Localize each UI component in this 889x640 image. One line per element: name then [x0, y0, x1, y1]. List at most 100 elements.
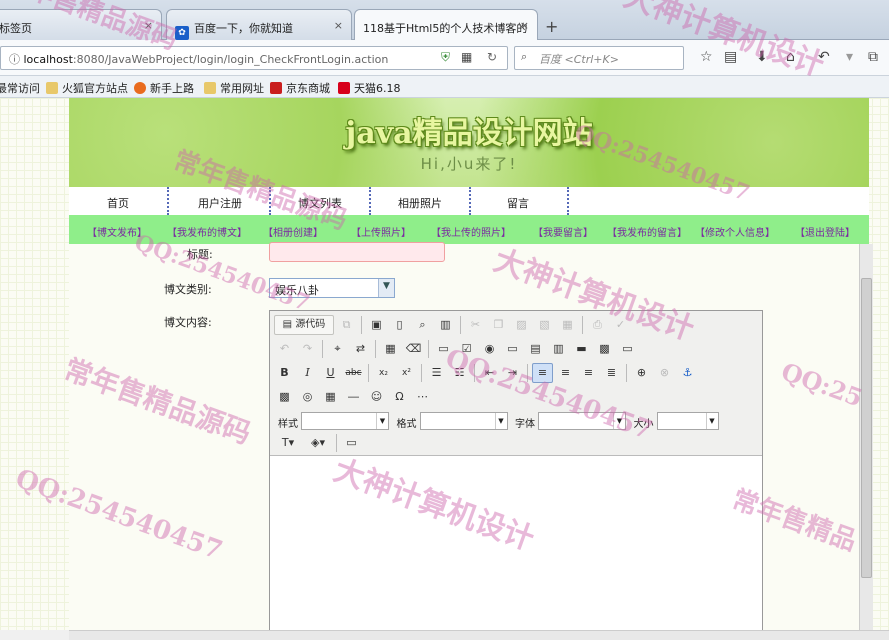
close-icon[interactable]: ×	[520, 19, 529, 32]
preview-icon[interactable]: ⧉	[336, 315, 357, 335]
maximize-icon[interactable]: ▭	[341, 433, 362, 453]
category-select[interactable]: 娱乐八卦 ▼	[269, 278, 395, 298]
templates-icon[interactable]: ▥	[435, 315, 456, 335]
nav-messages[interactable]: 留言	[469, 187, 569, 215]
reload-icon[interactable]: ↻	[487, 50, 497, 64]
bookmark-item[interactable]: 最常访问	[0, 80, 40, 96]
flash-icon[interactable]: ◎	[297, 387, 318, 407]
radio-icon[interactable]: ◉	[479, 339, 500, 359]
image-button-icon[interactable]: ▩	[594, 339, 615, 359]
superscript-icon[interactable]: x²	[396, 363, 417, 383]
style-select[interactable]: ▼	[301, 412, 389, 430]
subnav-create-album[interactable]: 【相册创建】	[263, 224, 323, 239]
bookmark-star-icon[interactable]: ☆	[700, 49, 713, 65]
source-button[interactable]: ▤ 源代码	[274, 315, 334, 335]
close-icon[interactable]: ×	[144, 19, 153, 32]
horizontal-scrollbar[interactable]	[69, 630, 889, 640]
redo-icon[interactable]: ↷	[297, 339, 318, 359]
replace-icon[interactable]: ⇄	[350, 339, 371, 359]
horizontal-rule-icon[interactable]: ―	[343, 387, 364, 407]
unlink-icon[interactable]: ⊗	[654, 363, 675, 383]
bookmark-item[interactable]: 常用网址	[204, 80, 264, 96]
subnav-logout[interactable]: 【退出登陆】	[795, 224, 855, 239]
chevron-down-icon[interactable]: ▾	[846, 49, 853, 65]
select-icon[interactable]: ▥	[548, 339, 569, 359]
print-preview-icon[interactable]: ⌕	[412, 315, 433, 335]
textarea-icon[interactable]: ▤	[525, 339, 546, 359]
new-tab-button[interactable]: +	[545, 17, 558, 36]
address-bar[interactable]: ⓘ localhost:8080/JavaWebProject/login/lo…	[0, 46, 508, 70]
find-icon[interactable]: ⌖	[327, 339, 348, 359]
paste-icon[interactable]: ▨	[511, 315, 532, 335]
outdent-icon[interactable]: ⇤	[479, 363, 500, 383]
tab-blog[interactable]: 118基于Html5的个人技术博客的 ×	[354, 9, 538, 41]
align-left-icon[interactable]: ≡	[532, 363, 553, 383]
subscript-icon[interactable]: x₂	[373, 363, 394, 383]
link-icon[interactable]: ⊕	[631, 363, 652, 383]
image-icon[interactable]: ▩	[274, 387, 295, 407]
tab-blank[interactable]: 标签页 ×	[0, 9, 162, 40]
underline-icon[interactable]: U	[320, 363, 341, 383]
spellcheck-icon[interactable]: ✓	[610, 315, 631, 335]
ordered-list-icon[interactable]: ☰	[426, 363, 447, 383]
shield-icon[interactable]: ⛨	[441, 50, 450, 65]
strike-icon[interactable]: abc	[343, 363, 364, 383]
editor-content-area[interactable]	[270, 455, 762, 630]
align-right-icon[interactable]: ≡	[578, 363, 599, 383]
anchor-icon[interactable]: ⚓	[677, 363, 698, 383]
format-select[interactable]: ▼	[419, 412, 508, 430]
tab-baidu[interactable]: ✿ 百度一下，你就知道 ×	[166, 9, 352, 40]
indent-icon[interactable]: ⇥	[502, 363, 523, 383]
nav-register[interactable]: 用户注册	[171, 187, 271, 215]
subnav-publish-blog[interactable]: 【博文发布】	[87, 224, 147, 239]
extension-icon[interactable]: ⧉	[868, 49, 878, 65]
textfield-icon[interactable]: ▭	[502, 339, 523, 359]
subnav-my-blogs[interactable]: 【我发布的博文】	[167, 224, 247, 239]
size-select[interactable]: ▼	[656, 412, 719, 430]
home-icon[interactable]: ⌂	[786, 49, 795, 65]
subnav-upload-photo[interactable]: 【上传照片】	[351, 224, 411, 239]
italic-icon[interactable]: I	[297, 363, 318, 383]
bg-color-icon[interactable]: ◈▾	[304, 433, 332, 453]
undo-icon[interactable]: ↶	[274, 339, 295, 359]
nav-home[interactable]: 首页	[69, 187, 169, 215]
text-color-icon[interactable]: T▾	[274, 433, 302, 453]
bookmark-item[interactable]: 新手上路	[134, 80, 194, 96]
subnav-my-messages[interactable]: 【我发布的留言】	[607, 224, 687, 239]
subnav-leave-message[interactable]: 【我要留言】	[533, 224, 593, 239]
subnav-edit-profile[interactable]: 【修改个人信息】	[695, 224, 775, 239]
page-break-icon[interactable]: ⋯	[412, 387, 433, 407]
vertical-scrollbar[interactable]	[859, 244, 873, 630]
hidden-field-icon[interactable]: ▭	[617, 339, 638, 359]
bullet-list-icon[interactable]: ☷	[449, 363, 470, 383]
paste-text-icon[interactable]: ▧	[534, 315, 555, 335]
paste-word-icon[interactable]: ▦	[557, 315, 578, 335]
checkbox-icon[interactable]: ☑	[456, 339, 477, 359]
scrollbar-thumb[interactable]	[861, 278, 872, 578]
save-icon[interactable]: ▣	[366, 315, 387, 335]
new-page-icon[interactable]: ▯	[389, 315, 410, 335]
title-input[interactable]	[269, 242, 445, 262]
align-center-icon[interactable]: ≡	[555, 363, 576, 383]
form-icon[interactable]: ▭	[433, 339, 454, 359]
bold-icon[interactable]: B	[274, 363, 295, 383]
table-icon[interactable]: ▦	[320, 387, 341, 407]
undo-icon[interactable]: ↶	[818, 49, 830, 65]
nav-blog-list[interactable]: 博文列表	[271, 187, 371, 215]
button-icon[interactable]: ▬	[571, 339, 592, 359]
cut-icon[interactable]: ✂	[465, 315, 486, 335]
reading-list-icon[interactable]: ▤	[724, 49, 737, 65]
copy-icon[interactable]: ❐	[488, 315, 509, 335]
subnav-my-photos[interactable]: 【我上传的照片】	[431, 224, 511, 239]
nav-photos[interactable]: 相册照片	[371, 187, 471, 215]
select-all-icon[interactable]: ▦	[380, 339, 401, 359]
bookmark-item[interactable]: 天猫6.18	[338, 80, 401, 96]
qr-code-icon[interactable]: ▦	[461, 50, 472, 64]
justify-icon[interactable]: ≣	[601, 363, 622, 383]
remove-format-icon[interactable]: ⌫	[403, 339, 424, 359]
bookmark-item[interactable]: 火狐官方站点	[46, 80, 128, 96]
font-select[interactable]: ▼	[538, 412, 626, 430]
search-input[interactable]: ⌕ 百度 <Ctrl+K>	[514, 46, 684, 70]
download-icon[interactable]: ⬇	[756, 49, 768, 65]
smiley-icon[interactable]: ☺	[366, 387, 387, 407]
